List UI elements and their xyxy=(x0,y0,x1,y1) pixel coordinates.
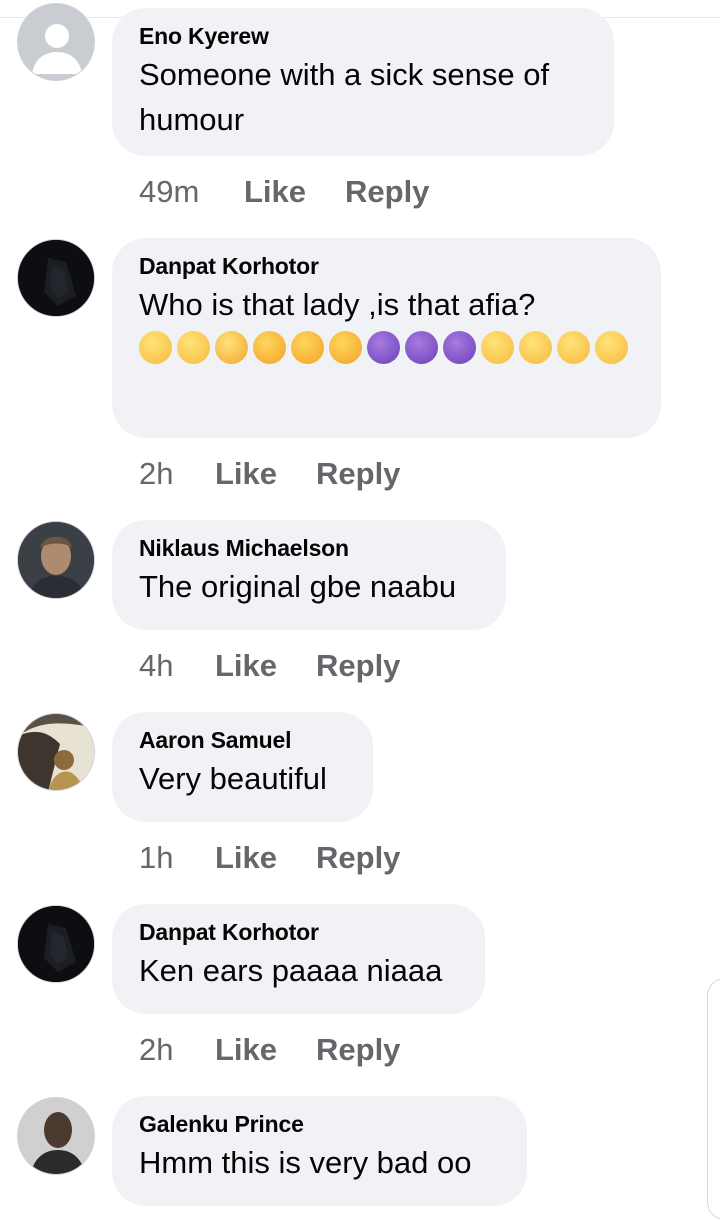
grinning-face-icon xyxy=(519,331,552,364)
avatar[interactable] xyxy=(17,521,95,599)
comment-time[interactable]: 1h xyxy=(139,838,215,878)
comment-time[interactable]: 2h xyxy=(139,454,215,494)
reply-button[interactable]: Reply xyxy=(345,172,429,212)
comment-actions: 4h Like Reply xyxy=(139,646,400,686)
like-button[interactable]: Like xyxy=(215,838,316,878)
comment-text: The original gbe naabu xyxy=(139,569,457,604)
comment-bubble[interactable]: Danpat Korhotor Ken ears paaaa niaaa xyxy=(112,904,485,1014)
side-card-edge xyxy=(707,978,720,1220)
like-button[interactable]: Like xyxy=(215,454,316,494)
rolling-on-the-floor-laughing-icon xyxy=(329,331,362,364)
rolling-on-the-floor-laughing-icon xyxy=(253,331,286,364)
comment-author[interactable]: Danpat Korhotor xyxy=(139,252,635,280)
man-photo-icon xyxy=(18,522,94,598)
face-with-rolling-eyes-icon xyxy=(139,331,172,364)
reply-button[interactable]: Reply xyxy=(316,646,400,686)
comment-author[interactable]: Aaron Samuel xyxy=(139,726,347,754)
comment-author[interactable]: Galenku Prince xyxy=(139,1110,501,1138)
comment-actions: 49m Like Reply xyxy=(139,172,429,212)
avatar[interactable] xyxy=(17,905,95,983)
like-button[interactable]: Like xyxy=(215,646,316,686)
smiling-face-with-horns-icon xyxy=(443,331,476,364)
smiling-face-with-horns-icon xyxy=(367,331,400,364)
rolling-on-the-floor-laughing-icon xyxy=(291,331,324,364)
comment-author[interactable]: Niklaus Michaelson xyxy=(139,534,480,562)
smiling-face-with-horns-icon xyxy=(405,331,438,364)
comment-bubble[interactable]: Niklaus Michaelson The original gbe naab… xyxy=(112,520,506,630)
comment-bubble[interactable]: Danpat Korhotor Who is that lady ,is tha… xyxy=(112,238,661,438)
grinning-face-icon xyxy=(557,331,590,364)
comment-text: Very beautiful xyxy=(139,761,327,796)
avatar[interactable] xyxy=(17,239,95,317)
comment-text: Ken ears paaaa niaaa xyxy=(139,953,443,988)
comment-author[interactable]: Danpat Korhotor xyxy=(139,918,459,946)
comment-time[interactable]: 4h xyxy=(139,646,215,686)
default-avatar-icon xyxy=(18,4,94,80)
comment-actions: 2h Like Reply xyxy=(139,1030,400,1070)
comment-actions: 2h Like Reply xyxy=(139,454,400,494)
reply-button[interactable]: Reply xyxy=(316,1030,400,1070)
dark-photo-icon xyxy=(18,240,94,316)
comment-bubble[interactable]: Galenku Prince Hmm this is very bad oo xyxy=(112,1096,527,1206)
comment-time[interactable]: 49m xyxy=(139,172,244,212)
comment-author[interactable]: Eno Kyerew xyxy=(139,22,588,50)
grinning-face-icon xyxy=(595,331,628,364)
comment-text: Hmm this is very bad oo xyxy=(139,1145,472,1180)
reply-button[interactable]: Reply xyxy=(316,454,400,494)
grinning-face-icon xyxy=(481,331,514,364)
avatar[interactable] xyxy=(17,3,95,81)
comment-text: Someone with a sick sense of humour xyxy=(139,57,550,137)
zany-face-icon xyxy=(177,331,210,364)
reply-button[interactable]: Reply xyxy=(316,838,400,878)
comment-actions: 1h Like Reply xyxy=(139,838,400,878)
dark-photo-icon xyxy=(18,906,94,982)
like-button[interactable]: Like xyxy=(244,172,345,212)
comment-bubble[interactable]: Eno Kyerew Someone with a sick sense of … xyxy=(112,8,614,156)
comment-bubble[interactable]: Aaron Samuel Very beautiful xyxy=(112,712,373,822)
landscape-photo-icon xyxy=(18,714,94,790)
comment-text: Who is that lady ,is that afia? xyxy=(139,287,536,322)
comment-time[interactable]: 2h xyxy=(139,1030,215,1070)
like-button[interactable]: Like xyxy=(215,1030,316,1070)
portrait-photo-icon xyxy=(18,1098,94,1174)
emoji-row xyxy=(139,331,635,372)
avatar[interactable] xyxy=(17,1097,95,1175)
avatar[interactable] xyxy=(17,713,95,791)
face-with-open-eyes-and-hand-over-mouth-icon xyxy=(215,331,248,364)
